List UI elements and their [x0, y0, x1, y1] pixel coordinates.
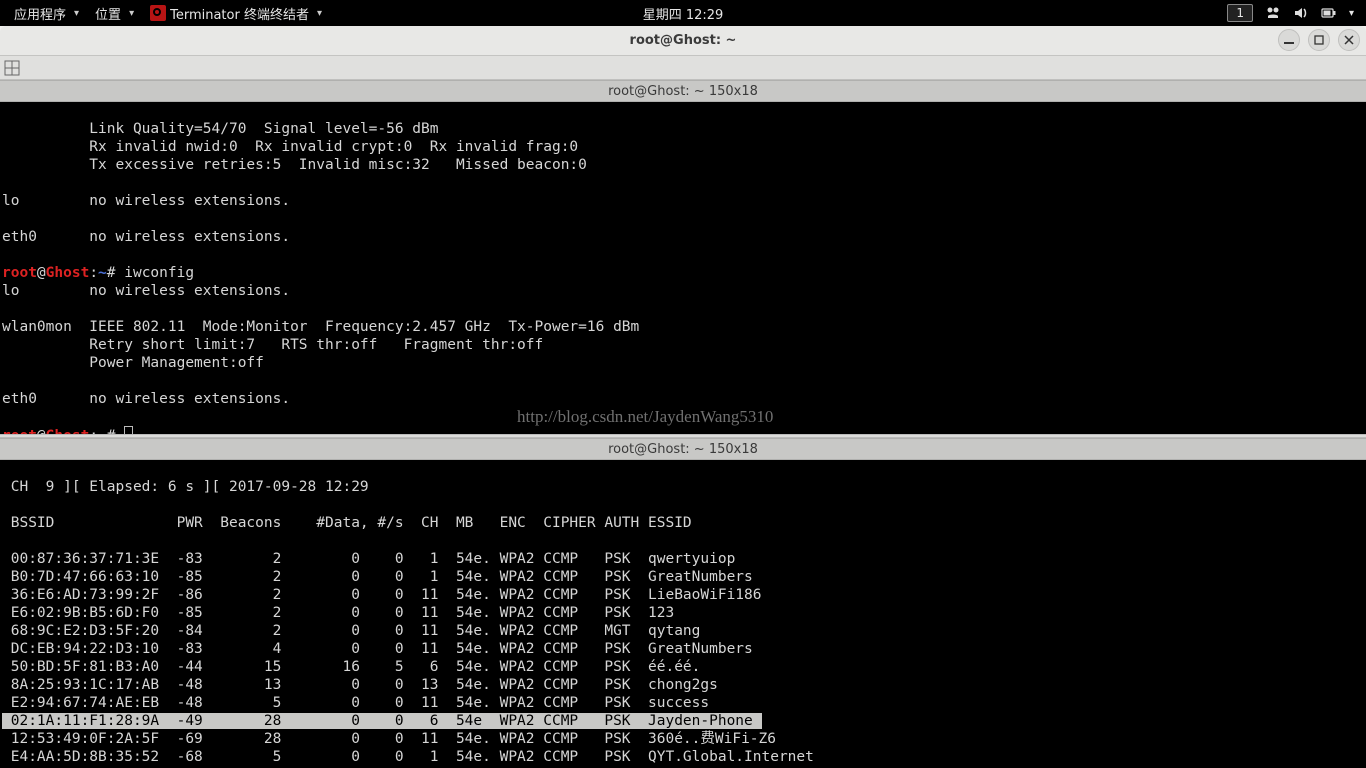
menu-applications[interactable]: 应用程序 — [6, 4, 87, 23]
terminal-pane-2[interactable]: CH 9 ][ Elapsed: 6 s ][ 2017-09-28 12:29… — [0, 460, 1366, 768]
terminator-icon — [150, 5, 166, 21]
airodump-row-highlighted: 02:1A:11:F1:28:9A -49 28 0 0 6 54e WPA2 … — [2, 713, 762, 729]
command: iwconfig — [116, 265, 195, 281]
battery-icon[interactable] — [1321, 5, 1337, 21]
airodump-row: 50:BD:5F:81:B3:A0 -44 15 16 5 6 54e. WPA… — [2, 659, 700, 675]
term-line: Retry short limit:7 RTS thr:off Fragment… — [2, 337, 543, 353]
active-app[interactable]: Terminator 终端终结者 — [142, 4, 330, 23]
volume-icon[interactable] — [1293, 5, 1309, 21]
cursor — [124, 426, 133, 434]
clock[interactable]: 星期四 12:29 — [643, 4, 724, 23]
airodump-status: CH 9 ][ Elapsed: 6 s ][ 2017-09-28 12:29 — [2, 479, 369, 495]
system-caret-icon[interactable]: ▾ — [1349, 8, 1354, 19]
term-line: Tx excessive retries:5 Invalid misc:32 M… — [2, 157, 587, 173]
menu-places[interactable]: 位置 — [87, 4, 142, 23]
term-line: lo no wireless extensions. — [2, 193, 290, 209]
window-titlebar[interactable]: root@Ghost: ~ — [0, 26, 1366, 56]
terminator-window: root@Ghost: ~ root@Ghost: ~ 150x18 Link … — [0, 26, 1366, 768]
term-line: lo no wireless extensions. — [2, 283, 290, 299]
airodump-row: 12:53:49:0F:2A:5F -69 28 0 0 11 54e. WPA… — [2, 731, 776, 747]
pane1-header: root@Ghost: ~ 150x18 — [0, 80, 1366, 102]
airodump-row: DC:EB:94:22:D3:10 -83 4 0 0 11 54e. WPA2… — [2, 641, 753, 657]
pane2-header: root@Ghost: ~ 150x18 — [0, 438, 1366, 460]
split-icon[interactable] — [4, 60, 20, 76]
close-button[interactable] — [1338, 29, 1360, 51]
minimize-button[interactable] — [1278, 29, 1300, 51]
watermark: http://blog.csdn.net/JaydenWang5310 — [517, 408, 773, 426]
term-line: eth0 no wireless extensions. — [2, 229, 290, 245]
terminal-pane-1[interactable]: Link Quality=54/70 Signal level=-56 dBm … — [0, 102, 1366, 434]
airodump-row: E2:94:67:74:AE:EB -48 5 0 0 11 54e. WPA2… — [2, 695, 709, 711]
prompt: root@Ghost:~# — [2, 265, 116, 281]
window-title: root@Ghost: ~ — [630, 33, 737, 48]
accessibility-icon[interactable] — [1265, 5, 1281, 21]
airodump-row: B0:7D:47:66:63:10 -85 2 0 0 1 54e. WPA2 … — [2, 569, 753, 585]
term-line: Power Management:off — [2, 355, 264, 371]
prompt: root@Ghost:~# — [2, 428, 116, 434]
maximize-button[interactable] — [1308, 29, 1330, 51]
workspace-indicator[interactable]: 1 — [1227, 4, 1253, 22]
gnome-topbar: 应用程序 位置 Terminator 终端终结者 星期四 12:29 1 ▾ — [0, 0, 1366, 26]
airodump-row: 68:9C:E2:D3:5F:20 -84 2 0 0 11 54e. WPA2… — [2, 623, 700, 639]
term-line: Rx invalid nwid:0 Rx invalid crypt:0 Rx … — [2, 139, 578, 155]
airodump-header: BSSID PWR Beacons #Data, #/s CH MB ENC C… — [2, 515, 692, 531]
airodump-row: E4:AA:5D:8B:35:52 -68 5 0 0 1 54e. WPA2 … — [2, 749, 814, 765]
term-line: eth0 no wireless extensions. — [2, 391, 290, 407]
terminator-tabstrip[interactable] — [0, 56, 1366, 80]
airodump-row: E6:02:9B:B5:6D:F0 -85 2 0 0 11 54e. WPA2… — [2, 605, 674, 621]
active-app-title: Terminator 终端终结者 — [170, 4, 309, 23]
airodump-row: 00:87:36:37:71:3E -83 2 0 0 1 54e. WPA2 … — [2, 551, 735, 567]
airodump-row: 8A:25:93:1C:17:AB -48 13 0 0 13 54e. WPA… — [2, 677, 718, 693]
term-line: Link Quality=54/70 Signal level=-56 dBm — [2, 121, 439, 137]
term-line: wlan0mon IEEE 802.11 Mode:Monitor Freque… — [2, 319, 639, 335]
airodump-row: 36:E6:AD:73:99:2F -86 2 0 0 11 54e. WPA2… — [2, 587, 762, 603]
